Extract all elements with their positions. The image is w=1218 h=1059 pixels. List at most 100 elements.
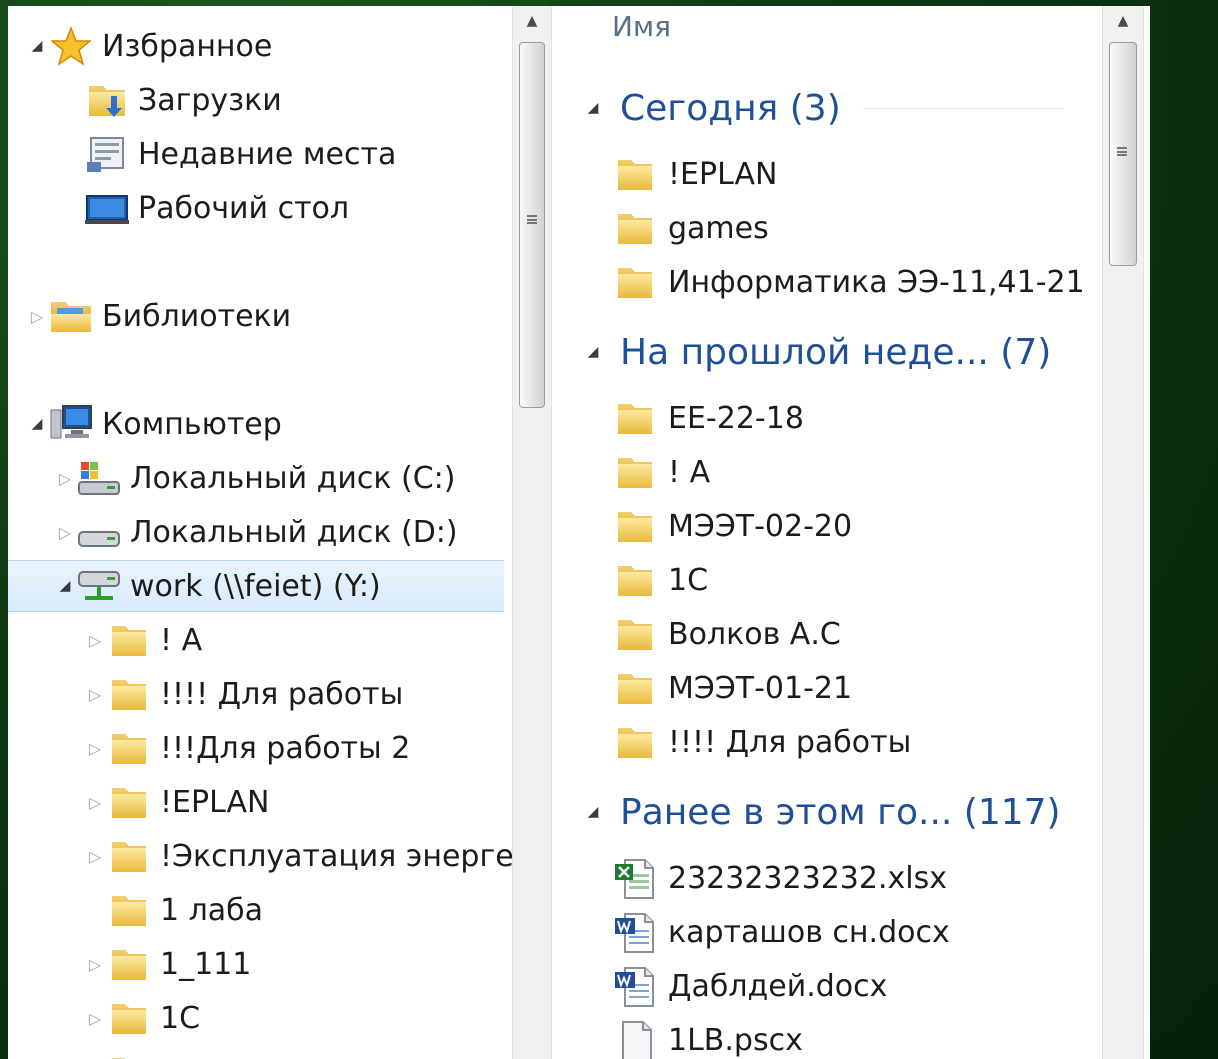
folder-icon: [106, 833, 152, 879]
item-name: 1LB.pscx: [668, 1022, 803, 1058]
navigation-pane: ◢ Избранное Загрузки Недавние места Рабо…: [8, 6, 512, 1059]
folder-icon: [612, 259, 658, 305]
computer-label: Компьютер: [102, 406, 282, 442]
nav-favorites[interactable]: ◢ Избранное: [8, 20, 512, 72]
expand-arrow-closed-icon[interactable]: ▷: [54, 523, 76, 542]
network-drive-label: work (\\feiet) (Y:): [130, 568, 381, 604]
folder-icon: [612, 611, 658, 657]
group-header-earlier-this-year[interactable]: ◢ Ранее в этом го... (117): [582, 784, 1061, 840]
nav-network-drive-y[interactable]: ◢ work (\\feiet) (Y:): [8, 560, 504, 612]
generic-file-icon: [612, 1017, 658, 1059]
drive-c-label: Локальный диск (C:): [130, 460, 456, 496]
nav-drive-c[interactable]: ▷ Локальный диск (C:): [8, 452, 512, 504]
nav-item-recent-places[interactable]: Недавние места: [8, 128, 512, 180]
expand-arrow-closed-icon[interactable]: ▷: [84, 739, 106, 758]
nav-folder-row[interactable]: ▷ !EPLAN: [8, 776, 512, 828]
expand-arrow-closed-icon[interactable]: ▷: [84, 685, 106, 704]
desktop-label: Рабочий стол: [138, 190, 350, 226]
folder-icon: [612, 665, 658, 711]
nav-item-downloads[interactable]: Загрузки: [8, 74, 512, 126]
expand-arrow-closed-icon[interactable]: ▷: [26, 307, 48, 326]
collapse-arrow-icon[interactable]: ◢: [582, 344, 604, 360]
expand-arrow-open-icon[interactable]: ◢: [26, 38, 48, 54]
nav-folder-row[interactable]: ▷ ! A: [8, 614, 512, 666]
folder-icon: [612, 151, 658, 197]
expand-arrow-closed-icon[interactable]: ▷: [84, 1009, 106, 1028]
nav-folder-row[interactable]: ▷ !!!Для работы 2: [8, 722, 512, 774]
collapse-arrow-icon[interactable]: ◢: [582, 804, 604, 820]
folder-icon: [106, 1049, 152, 1059]
item-name: !!!! Для работы: [668, 724, 912, 760]
item-name: МЭЭТ-02-20: [668, 508, 853, 544]
group-header-today[interactable]: ◢ Сегодня (3): [582, 80, 1063, 136]
list-item[interactable]: 23232323232.xlsx: [612, 852, 1092, 904]
list-item[interactable]: 1С: [612, 554, 1092, 606]
expand-arrow-closed-icon[interactable]: ▷: [84, 631, 106, 650]
expand-arrow-closed-icon[interactable]: ▷: [84, 955, 106, 974]
nav-folder-row[interactable]: ▷ !!!! Для работы: [8, 668, 512, 720]
folder-icon: [106, 887, 152, 933]
list-item[interactable]: ! А: [612, 446, 1092, 498]
list-scroll-thumb[interactable]: [1109, 42, 1137, 266]
item-name: МЭЭТ-01-21: [668, 670, 853, 706]
recent-places-label: Недавние места: [138, 136, 397, 172]
list-item[interactable]: games: [612, 202, 1092, 254]
desktop-icon: [84, 185, 130, 231]
drive-d-label: Локальный диск (D:): [130, 514, 458, 550]
nav-item-desktop[interactable]: Рабочий стол: [8, 182, 512, 234]
nav-folder-label: ! A: [160, 622, 203, 658]
expand-arrow-closed-icon[interactable]: ▷: [84, 847, 106, 866]
list-item[interactable]: МЭЭТ-02-20: [612, 500, 1092, 552]
list-scrollbar[interactable]: ▲: [1102, 6, 1144, 1059]
nav-folder-label: !!!! Для работы: [160, 676, 404, 712]
folder-icon: [106, 995, 152, 1041]
network-drive-icon: [76, 563, 122, 609]
group-divider: [862, 107, 1063, 109]
nav-scroll-thumb[interactable]: [519, 42, 545, 408]
nav-folder-row[interactable]: ▷ 1С: [8, 992, 512, 1044]
group-title: Сегодня (3): [620, 87, 841, 129]
nav-drive-d[interactable]: ▷ Локальный диск (D:): [8, 506, 512, 558]
list-item[interactable]: 1LB.pscx: [612, 1014, 1092, 1059]
folder-icon: [612, 395, 658, 441]
favorites-label: Избранное: [102, 28, 273, 64]
nav-libraries[interactable]: ▷ Библиотеки: [8, 290, 512, 342]
scroll-grip-icon: [527, 215, 537, 224]
nav-folder-row[interactable]: ▷ 1 лаба: [8, 884, 512, 936]
column-header-name[interactable]: Имя: [612, 10, 671, 43]
system-drive-icon: [76, 455, 122, 501]
list-item[interactable]: ЕЕ-22-18: [612, 392, 1092, 444]
scroll-up-arrow-icon[interactable]: ▲: [513, 6, 551, 36]
nav-folder-row[interactable]: ▷ 1_111: [8, 938, 512, 990]
expand-arrow-closed-icon[interactable]: ▷: [54, 469, 76, 488]
scroll-up-arrow-icon[interactable]: ▲: [1103, 6, 1143, 36]
folder-icon: [106, 779, 152, 825]
nav-folder-row[interactable]: ▷ !Эксплуатация энергетического оборудов…: [8, 830, 512, 882]
list-item[interactable]: Волков А.С: [612, 608, 1092, 660]
file-list: Имя ◢ Сегодня (3) !EPLAN games Информати…: [552, 6, 1102, 1059]
folder-icon: [612, 719, 658, 765]
list-item[interactable]: МЭЭТ-01-21: [612, 662, 1092, 714]
folder-icon: [612, 449, 658, 495]
expand-arrow-open-icon[interactable]: ◢: [54, 578, 76, 594]
group-title: Ранее в этом го... (117): [620, 791, 1061, 833]
nav-folder-label: 1С: [160, 1000, 201, 1036]
list-item[interactable]: карташов сн.docx: [612, 906, 1092, 958]
nav-folder-label: 1_111: [160, 946, 252, 982]
list-item[interactable]: Информатика ЭЭ-11,41-21: [612, 256, 1092, 308]
list-item[interactable]: Даблдей.docx: [612, 960, 1092, 1012]
list-item[interactable]: !!!! Для работы: [612, 716, 1092, 768]
excel-file-icon: [612, 855, 658, 901]
expand-arrow-closed-icon[interactable]: ▷: [84, 793, 106, 812]
expand-arrow-open-icon[interactable]: ◢: [26, 416, 48, 432]
downloads-label: Загрузки: [138, 82, 282, 118]
recent-places-icon: [84, 131, 130, 177]
list-item[interactable]: !EPLAN: [612, 148, 1092, 200]
nav-computer[interactable]: ◢ Компьютер: [8, 398, 512, 450]
libraries-icon: [48, 293, 94, 339]
collapse-arrow-icon[interactable]: ◢: [582, 100, 604, 116]
downloads-folder-icon: [84, 77, 130, 123]
group-header-last-week[interactable]: ◢ На прошлой неде... (7): [582, 324, 1052, 380]
nav-folder-row-partial[interactable]: ▷: [8, 1046, 512, 1059]
nav-scrollbar[interactable]: ▲: [512, 6, 552, 1059]
